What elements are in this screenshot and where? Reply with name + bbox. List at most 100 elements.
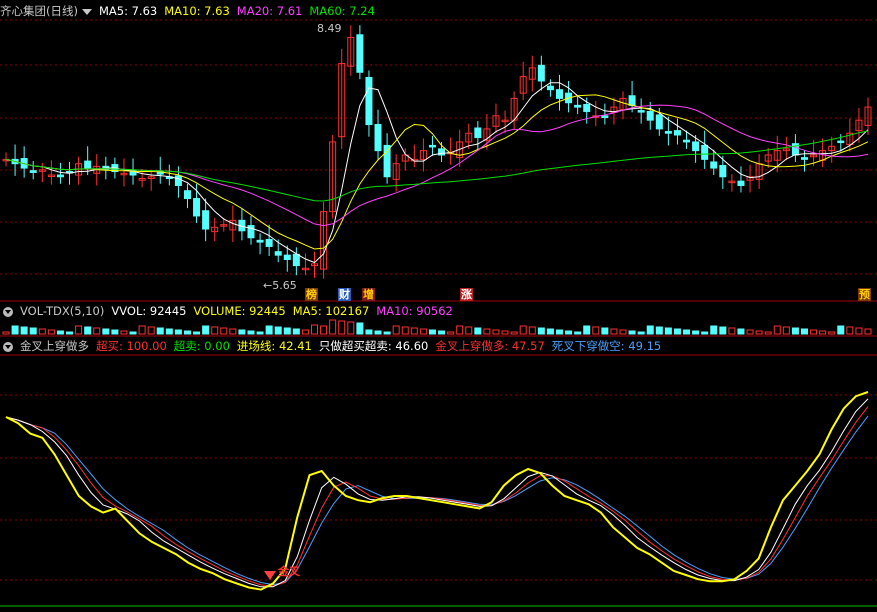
candle-body xyxy=(637,110,645,113)
volume-bar xyxy=(610,328,618,335)
volume-bar xyxy=(274,326,282,335)
candle-body xyxy=(719,164,727,178)
volume-bar xyxy=(819,330,827,335)
volume-bar xyxy=(247,330,255,335)
volume-bar xyxy=(47,329,55,335)
volume-bar xyxy=(392,325,400,335)
volume-bar xyxy=(846,326,854,335)
volume-bar xyxy=(75,325,83,335)
volume-bar xyxy=(501,330,509,335)
volume-bar xyxy=(519,325,527,335)
volume-bar xyxy=(438,330,446,335)
volume-bar xyxy=(646,325,654,335)
volume-bar xyxy=(637,331,645,335)
candle-body xyxy=(628,95,636,106)
event-tag-cai[interactable]: 财 xyxy=(338,288,351,301)
golden-cross-marker xyxy=(264,571,276,580)
event-tag-bang[interactable]: 榜 xyxy=(305,288,318,301)
candle-body xyxy=(710,161,718,169)
volume-bar xyxy=(510,331,518,335)
volume-bar xyxy=(2,331,10,335)
volume-bar xyxy=(555,329,563,335)
volume-bar xyxy=(401,326,409,335)
volume-bar xyxy=(546,328,554,335)
volume-bar xyxy=(56,330,64,335)
volume-bar xyxy=(111,329,119,335)
volume-bar xyxy=(456,325,464,335)
candle-body xyxy=(292,253,300,267)
candle-body xyxy=(800,157,808,160)
volume-bar xyxy=(311,324,319,335)
volume-bar xyxy=(483,328,491,335)
event-tag-zhang[interactable]: 涨 xyxy=(460,288,473,301)
candle-body xyxy=(174,175,182,186)
candle-body xyxy=(555,89,563,99)
candle-body xyxy=(374,124,382,152)
ma20-line xyxy=(5,104,869,227)
candle-body xyxy=(265,238,273,247)
event-tag-yu[interactable]: 预 xyxy=(858,288,871,301)
volume-bar xyxy=(410,327,418,335)
candle-body xyxy=(655,114,663,130)
stock-chart-canvas[interactable] xyxy=(0,0,877,612)
candle-body xyxy=(574,104,582,108)
candle-body xyxy=(583,103,591,112)
volume-bar xyxy=(102,328,110,335)
volume-bar xyxy=(537,327,545,335)
volume-bar xyxy=(855,327,863,335)
candle-body xyxy=(428,144,436,148)
volume-bar xyxy=(528,326,536,335)
candle-body xyxy=(283,254,291,261)
low-price-label: ←5.65 xyxy=(263,279,297,292)
candle-body xyxy=(601,115,609,119)
volume-bar xyxy=(428,329,436,335)
volume-bar xyxy=(737,328,745,335)
volume-bar xyxy=(574,331,582,335)
volume-bar xyxy=(655,326,663,335)
volume-bar xyxy=(565,330,573,335)
volume-bar xyxy=(283,327,291,335)
volume-bar xyxy=(419,328,427,335)
volume-bar xyxy=(474,327,482,335)
volume-bar xyxy=(229,328,237,335)
volume-bar xyxy=(619,329,627,335)
volume-bar xyxy=(692,330,700,335)
volume-bar xyxy=(292,328,300,335)
candle-body xyxy=(29,170,37,173)
volume-bar xyxy=(211,326,219,335)
volume-bar xyxy=(238,329,246,335)
volume-bar xyxy=(664,327,672,335)
volume-bar xyxy=(301,329,309,335)
low-price-value: 5.65 xyxy=(272,279,297,292)
volume-bar xyxy=(320,325,328,335)
volume-bar xyxy=(165,328,173,335)
candle-body xyxy=(356,34,364,73)
volume-bar xyxy=(66,331,74,335)
candle-body xyxy=(202,210,210,230)
volume-bar xyxy=(447,331,455,335)
volume-bar xyxy=(202,325,210,335)
candle-body xyxy=(274,251,282,256)
volume-bar xyxy=(719,326,727,335)
volume-bar xyxy=(20,326,28,335)
candle-body xyxy=(646,110,654,121)
volume-bar xyxy=(583,325,591,335)
volume-bar xyxy=(764,331,772,335)
candle-body xyxy=(365,76,373,126)
volume-bar xyxy=(683,329,691,335)
volume-bar xyxy=(183,330,191,335)
volume-bar xyxy=(592,326,600,335)
volume-bar xyxy=(193,331,201,335)
candle-body xyxy=(56,174,64,178)
candle-body xyxy=(673,130,681,136)
volume-bar xyxy=(710,325,718,335)
ma60-line xyxy=(5,130,869,202)
volume-bar xyxy=(365,329,373,335)
event-tag-zeng[interactable]: 增 xyxy=(362,288,375,301)
candle-body xyxy=(474,127,482,139)
candle-body xyxy=(546,85,554,91)
candle-body xyxy=(837,140,845,144)
golden-cross-label: 金叉 xyxy=(278,565,300,578)
volume-bar xyxy=(147,326,155,335)
volume-bar xyxy=(864,328,872,335)
